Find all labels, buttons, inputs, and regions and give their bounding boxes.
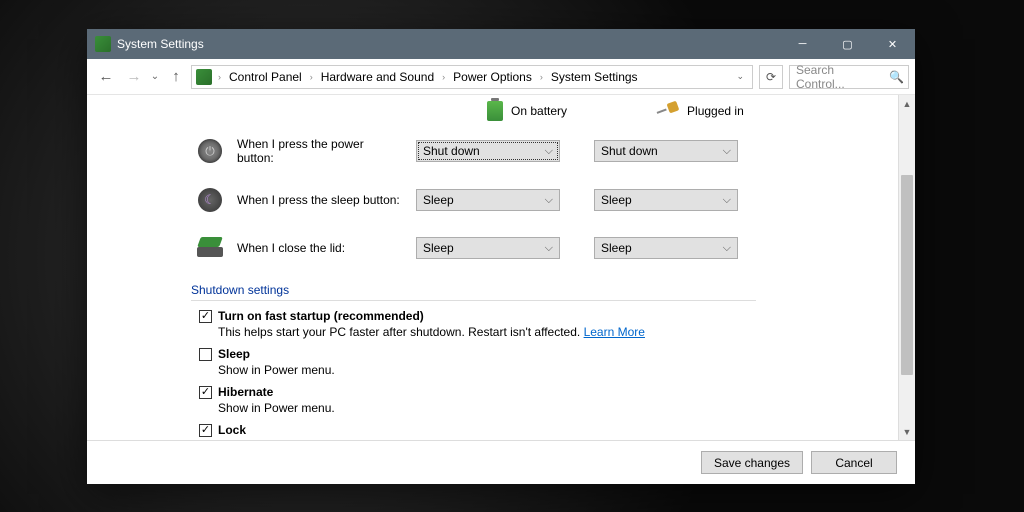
- navbar: ← → ⌄ ↑ › Control Panel › Hardware and S…: [87, 59, 915, 95]
- hibernate-label: Hibernate: [218, 385, 273, 399]
- app-icon: [95, 36, 111, 52]
- lock-desc: Show in account picture menu.: [218, 439, 868, 440]
- shutdown-settings-title: Shutdown settings: [191, 283, 756, 301]
- up-button[interactable]: ↑: [163, 64, 189, 90]
- save-changes-button[interactable]: Save changes: [701, 451, 803, 474]
- breadcrumb-seg-0[interactable]: Control Panel: [225, 70, 306, 84]
- power-button-battery-dropdown[interactable]: Shut down: [416, 140, 560, 162]
- cancel-button[interactable]: Cancel: [811, 451, 897, 474]
- vertical-scrollbar[interactable]: ▲ ▼: [898, 95, 915, 440]
- breadcrumb-seg-2[interactable]: Power Options: [449, 70, 536, 84]
- forward-button[interactable]: →: [121, 64, 147, 90]
- scroll-down-icon[interactable]: ▼: [899, 423, 915, 440]
- window-title: System Settings: [117, 37, 780, 51]
- power-button-plugged-dropdown[interactable]: Shut down: [594, 140, 738, 162]
- scroll-up-icon[interactable]: ▲: [899, 95, 915, 112]
- hibernate-desc: Show in Power menu.: [218, 401, 868, 415]
- chevron-down-icon[interactable]: ⌄: [736, 71, 748, 82]
- learn-more-link[interactable]: Learn More: [584, 325, 645, 339]
- sleep-checkbox[interactable]: [199, 348, 212, 361]
- close-lid-label: When I close the lid:: [237, 241, 402, 255]
- refresh-button[interactable]: ⟳: [759, 65, 783, 89]
- content-area: On battery Plugged in When I press the p…: [87, 95, 915, 440]
- chevron-right-icon[interactable]: ›: [216, 72, 223, 82]
- recent-chevron-icon[interactable]: ⌄: [149, 71, 161, 82]
- fast-startup-label: Turn on fast startup (recommended): [218, 309, 424, 323]
- close-lid-row: When I close the lid: Sleep Sleep: [197, 235, 868, 261]
- sleep-button-label: When I press the sleep button:: [237, 193, 402, 207]
- sleep-label: Sleep: [218, 347, 250, 361]
- hibernate-checkbox[interactable]: ✓: [199, 386, 212, 399]
- system-settings-window: System Settings ─ ▢ ✕ ← → ⌄ ↑ › Control …: [87, 29, 915, 484]
- search-icon: 🔍: [889, 70, 904, 84]
- close-button[interactable]: ✕: [870, 29, 915, 59]
- power-icon: [198, 139, 222, 163]
- moon-icon: [198, 188, 222, 212]
- control-panel-icon: [196, 69, 212, 85]
- search-input[interactable]: Search Control... 🔍: [789, 65, 909, 89]
- back-button[interactable]: ←: [93, 64, 119, 90]
- sleep-button-plugged-dropdown[interactable]: Sleep: [594, 189, 738, 211]
- fast-startup-checkbox[interactable]: ✓: [199, 310, 212, 323]
- sleep-button-row: When I press the sleep button: Sleep Sle…: [197, 187, 868, 213]
- sleep-button-battery-dropdown[interactable]: Sleep: [416, 189, 560, 211]
- minimize-button[interactable]: ─: [780, 29, 825, 59]
- power-button-label: When I press the power button:: [237, 137, 402, 165]
- chevron-right-icon[interactable]: ›: [440, 72, 447, 82]
- close-lid-plugged-dropdown[interactable]: Sleep: [594, 237, 738, 259]
- breadcrumb[interactable]: › Control Panel › Hardware and Sound › P…: [191, 65, 753, 89]
- lock-label: Lock: [218, 423, 246, 437]
- close-lid-battery-dropdown[interactable]: Sleep: [416, 237, 560, 259]
- column-on-battery: On battery: [487, 101, 567, 121]
- laptop-lid-icon: [197, 239, 223, 257]
- column-plugged-in: Plugged in: [657, 104, 744, 118]
- fast-startup-desc: This helps start your PC faster after sh…: [218, 325, 868, 339]
- plug-icon: [655, 101, 680, 122]
- lock-checkbox[interactable]: ✓: [199, 424, 212, 437]
- scroll-thumb[interactable]: [901, 175, 913, 375]
- footer: Save changes Cancel: [87, 440, 915, 484]
- battery-icon: [487, 101, 503, 121]
- power-button-row: When I press the power button: Shut down…: [197, 137, 868, 165]
- maximize-button[interactable]: ▢: [825, 29, 870, 59]
- chevron-right-icon[interactable]: ›: [538, 72, 545, 82]
- breadcrumb-seg-3[interactable]: System Settings: [547, 70, 642, 84]
- chevron-right-icon[interactable]: ›: [308, 72, 315, 82]
- sleep-desc: Show in Power menu.: [218, 363, 868, 377]
- titlebar[interactable]: System Settings ─ ▢ ✕: [87, 29, 915, 59]
- breadcrumb-seg-1[interactable]: Hardware and Sound: [317, 70, 438, 84]
- search-placeholder: Search Control...: [796, 63, 886, 91]
